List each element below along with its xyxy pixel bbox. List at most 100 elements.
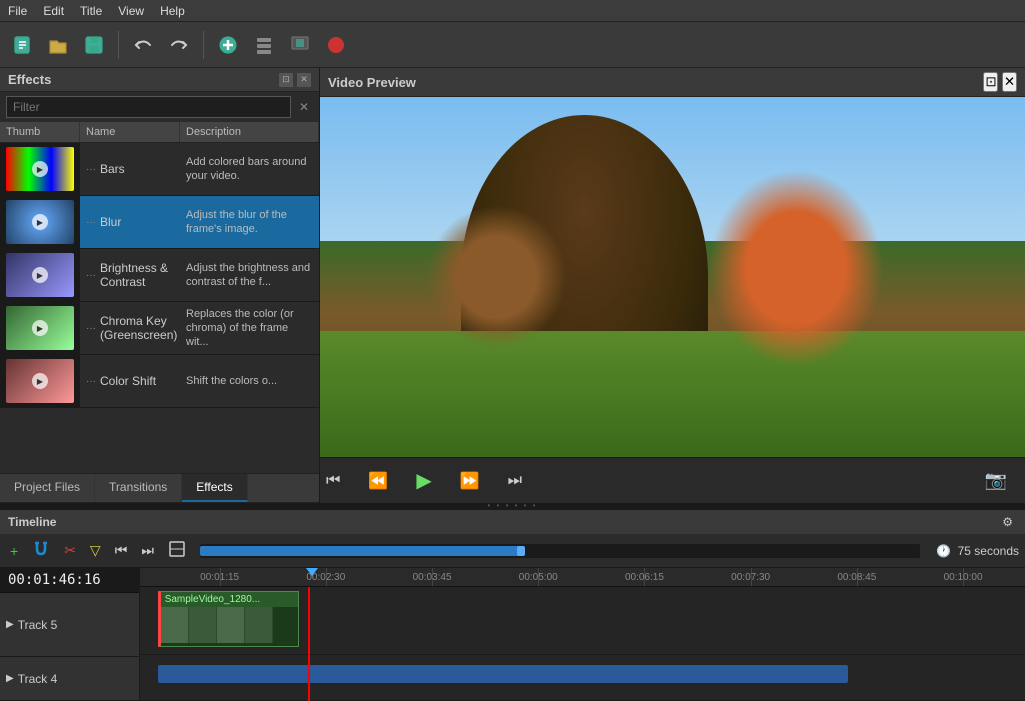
ruler-label-1: 00:01:15 (200, 572, 239, 583)
blur-thumb-image: ▶ (6, 200, 74, 244)
track5-arrow: ▶ (6, 619, 14, 630)
add-button[interactable] (212, 29, 244, 61)
scene-squirrel (426, 205, 567, 349)
tl-right: 00:01:15 00:02:30 00:03:45 00:05:00 00:0… (140, 568, 1025, 701)
effects-table-header: Thumb Name Description (0, 122, 319, 143)
filmstrip-frame (161, 607, 189, 643)
effect-row-chroma[interactable]: ▶ ··· Chroma Key (Greenscreen) Replaces … (0, 302, 319, 355)
chroma-desc: Replaces the color (or chroma) of the fr… (180, 303, 319, 354)
open-button[interactable] (42, 29, 74, 61)
export-button[interactable] (284, 29, 316, 61)
timeline-toolbar: + ✂ ▽ ⏮ ⏭ 🕐 75 seconds (0, 534, 1025, 568)
bars-thumb-image: ▶ (6, 147, 74, 191)
menu-edit[interactable]: Edit (35, 2, 72, 20)
bars-thumb: ▶ (0, 143, 80, 195)
filmstrip-frame (245, 607, 273, 643)
tl-cut-button[interactable]: ✂ (60, 540, 80, 561)
menu-help[interactable]: Help (152, 2, 193, 20)
track4-name: Track 4 (18, 672, 58, 686)
skip-back-button[interactable]: ⏮ (320, 468, 346, 494)
tab-transitions[interactable]: Transitions (95, 474, 182, 502)
effect-row-brightness[interactable]: ▶ ··· Brightness & Contrast Adjust the b… (0, 249, 319, 302)
video-window-buttons: ⊡ ✕ (983, 72, 1017, 92)
tl-playhead[interactable] (308, 587, 310, 701)
brightness-thumb: ▶ (0, 249, 80, 301)
ruler-label-6: 00:07:30 (731, 572, 770, 583)
undo-button[interactable] (127, 29, 159, 61)
effect-row-color[interactable]: ▶ ··· Color Shift Shift the colors o... (0, 355, 319, 408)
menu-file[interactable]: File (0, 2, 35, 20)
effect-row-bars[interactable]: ▶ ··· Bars Add colored bars around your … (0, 143, 319, 196)
tl-add-button[interactable]: + (6, 541, 22, 561)
screenshot-button[interactable]: 📷 (979, 466, 1013, 495)
bars-name-cell: ··· Bars (80, 158, 180, 180)
video-clip[interactable]: SampleVideo_1280... (158, 591, 300, 647)
clip-title: SampleVideo_1280... (161, 592, 299, 607)
menu-view[interactable]: View (110, 2, 152, 20)
tl-zoom-button[interactable] (164, 538, 190, 563)
play-button[interactable]: ▶ (410, 464, 437, 497)
clip-filmstrip (161, 607, 299, 646)
tab-project-files[interactable]: Project Files (0, 474, 95, 502)
track5-area[interactable]: SampleVideo_1280... (140, 587, 1025, 655)
tl-scroll-bar (200, 546, 524, 556)
filter-clear-button[interactable]: ✕ (295, 98, 313, 116)
menu-title[interactable]: Title (72, 2, 110, 20)
blur-thumb: ▶ (0, 196, 80, 248)
effects-close-button[interactable]: ✕ (297, 73, 311, 87)
menubar: File Edit Title View Help (0, 0, 1025, 22)
effects-panel-header: Effects ⊡ ✕ (0, 68, 319, 92)
tl-scroll-handle[interactable] (517, 546, 525, 556)
rewind-button[interactable]: ⏪ (362, 467, 394, 495)
timeline: Timeline ⚙ + ✂ ▽ ⏮ ⏭ 🕐 75 seconds (0, 508, 1025, 701)
tab-effects[interactable]: Effects (182, 474, 247, 502)
filmstrip-frame (217, 607, 245, 643)
ruler-label-5: 00:06:15 (625, 572, 664, 583)
tl-scroll-area[interactable] (200, 544, 920, 558)
tl-jump-start-button[interactable]: ⏮ (111, 540, 132, 561)
track4-arrow: ▶ (6, 673, 14, 684)
video-controls: ⏮ ⏪ ▶ ⏩ ⏭ 📷 (320, 457, 1025, 503)
video-title: Video Preview (328, 75, 416, 90)
save-button[interactable] (78, 29, 110, 61)
color-thumb: ▶ (0, 355, 80, 407)
chroma-thumb: ▶ (0, 302, 80, 354)
record-button[interactable] (320, 29, 352, 61)
scene-fox (708, 169, 884, 367)
timeline-header: Timeline ⚙ (0, 510, 1025, 534)
main: Effects ⊡ ✕ ✕ Thumb Name Description (0, 68, 1025, 701)
tl-filter-button[interactable]: ▽ (86, 540, 105, 561)
tl-track4-label: ▶ Track 4 (0, 657, 139, 701)
tl-seconds-value: 75 seconds (958, 544, 1019, 558)
tl-jump-end-button[interactable]: ⏭ (137, 540, 158, 561)
timeline-settings-button[interactable]: ⚙ (998, 513, 1017, 531)
tl-left: 00:01:46:16 ▶ Track 5 ▶ Track 4 (0, 568, 140, 701)
tl-ruler: 00:01:15 00:02:30 00:03:45 00:05:00 00:0… (140, 568, 1025, 587)
track5-name: Track 5 (18, 618, 58, 632)
scene-ground (320, 331, 1025, 457)
track4-area[interactable] (140, 655, 1025, 701)
playhead-triangle (306, 568, 318, 576)
redo-button[interactable] (163, 29, 195, 61)
tl-magnet-button[interactable] (28, 538, 54, 563)
new-button[interactable] (6, 29, 38, 61)
blur-thumb-play: ▶ (32, 214, 48, 230)
video-float-button[interactable]: ⊡ (983, 72, 998, 92)
tl-track5-label: ▶ Track 5 (0, 593, 139, 657)
bars-name: Bars (100, 162, 125, 176)
effects-float-button[interactable]: ⊡ (279, 73, 293, 87)
chroma-thumb-image: ▶ (6, 306, 74, 350)
brightness-desc: Adjust the brightness and contrast of th… (180, 257, 319, 294)
effect-row-blur[interactable]: ▶ ··· Blur Adjust the blur of the frame'… (0, 196, 319, 249)
fast-forward-button[interactable]: ⏩ (454, 467, 486, 495)
tl-clock-icon: 🕐 (936, 544, 951, 558)
filter-input[interactable] (6, 96, 291, 118)
filmstrip-frame (189, 607, 217, 643)
bars-thumb-play: ▶ (32, 161, 48, 177)
skip-forward-button[interactable]: ⏭ (502, 468, 528, 494)
layers-button[interactable] (248, 29, 280, 61)
ruler-label-4: 00:05:00 (519, 572, 558, 583)
blur-desc: Adjust the blur of the frame's image. (180, 204, 319, 241)
brightness-thumb-play: ▶ (32, 267, 48, 283)
video-close-button[interactable]: ✕ (1002, 72, 1017, 92)
